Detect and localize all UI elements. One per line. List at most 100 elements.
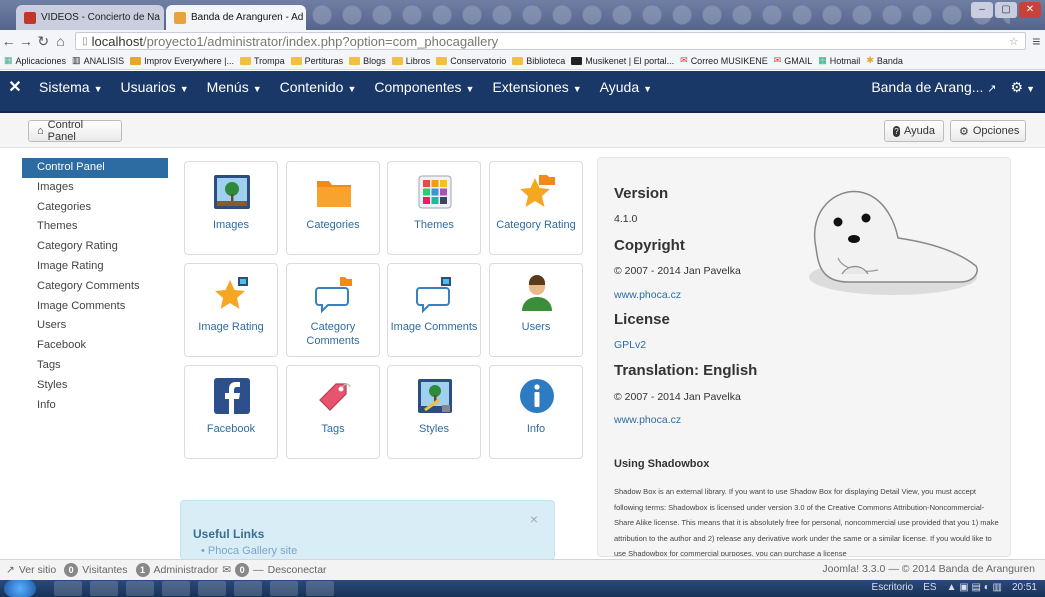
card-label: Images bbox=[212, 219, 250, 231]
taskbar-app-icon[interactable] bbox=[306, 581, 334, 596]
close-icon[interactable]: × bbox=[530, 511, 538, 527]
url-input[interactable]: ▯ localhost/proyecto1/administrator/inde… bbox=[75, 32, 1026, 50]
bookmark-star-icon[interactable]: ☆ bbox=[1009, 35, 1019, 48]
sidebar-item-themes[interactable]: Themes bbox=[22, 217, 168, 237]
bookmark-item[interactable]: Pertituras bbox=[290, 56, 343, 66]
taskbar-firefox-icon[interactable] bbox=[126, 581, 154, 596]
taskbar-chrome-icon[interactable] bbox=[90, 581, 118, 596]
sidebar-item-image-comments[interactable]: Image Comments bbox=[22, 297, 168, 317]
star-folder-icon bbox=[520, 175, 555, 207]
card-label: Themes bbox=[414, 219, 454, 231]
window-close-icon[interactable]: ✕ bbox=[1019, 2, 1041, 18]
card-facebook[interactable]: Facebook bbox=[184, 365, 278, 459]
taskbar-app-icon[interactable] bbox=[162, 581, 190, 596]
bookmark-item[interactable]: ▦ Hotmail bbox=[818, 55, 860, 66]
card-image-comments[interactable]: Image Comments bbox=[387, 263, 481, 357]
browser-tab-banda[interactable]: Banda de Aranguren - Ad × bbox=[166, 5, 306, 30]
card-label: Category Rating bbox=[496, 219, 576, 231]
menu-extensiones[interactable]: Extensiones ▼ bbox=[483, 79, 590, 95]
taskbar-app-icon[interactable] bbox=[270, 581, 298, 596]
license-heading: License bbox=[614, 311, 670, 328]
user-gear-menu[interactable]: ⚙ ▼ bbox=[1011, 79, 1035, 96]
clock[interactable]: 20:51 bbox=[1012, 582, 1037, 593]
control-panel-button[interactable]: ⌂ Control Panel bbox=[28, 119, 122, 143]
sidebar-item-categories[interactable]: Categories bbox=[22, 198, 168, 218]
menu-ayuda[interactable]: Ayuda ▼ bbox=[591, 79, 661, 95]
home-icon: ⌂ bbox=[37, 125, 44, 137]
sidebar-item-styles[interactable]: Styles bbox=[22, 376, 168, 396]
copyright-link[interactable]: www.phoca.cz bbox=[614, 289, 681, 301]
sidebar-item-tags[interactable]: Tags bbox=[22, 356, 168, 376]
card-tags[interactable]: Tags bbox=[286, 365, 380, 459]
phoca-gallery-site-link[interactable]: • Phoca Gallery site bbox=[201, 545, 297, 557]
info-icon bbox=[520, 379, 554, 413]
sidebar-item-users[interactable]: Users bbox=[22, 316, 168, 336]
sidebar-item-facebook[interactable]: Facebook bbox=[22, 336, 168, 356]
bookmark-item[interactable]: Musikenet | El portal... bbox=[571, 56, 674, 66]
video-favicon-icon bbox=[24, 11, 36, 24]
joomla-logo-icon[interactable]: ✕ bbox=[0, 77, 30, 97]
bookmark-item[interactable]: Conservatorio bbox=[436, 56, 506, 66]
sidebar-item-images[interactable]: Images bbox=[22, 178, 168, 198]
bookmark-item[interactable]: Libros bbox=[391, 56, 430, 66]
menu-usuarios[interactable]: Usuarios ▼ bbox=[112, 79, 198, 95]
bookmark-item[interactable]: ▥ ANALISIS bbox=[72, 55, 124, 66]
bookmark-item[interactable]: ✱ Banda bbox=[866, 55, 903, 66]
joomla-icon: ✱ bbox=[866, 55, 874, 65]
bookmark-item[interactable]: Biblioteca bbox=[512, 56, 565, 66]
menu-icon[interactable]: ≡ bbox=[1028, 33, 1045, 49]
card-image-rating[interactable]: Image Rating bbox=[184, 263, 278, 357]
reload-icon[interactable]: ↻ bbox=[35, 33, 52, 50]
minimize-icon[interactable]: – bbox=[971, 2, 993, 18]
tab-strip-decoration bbox=[310, 3, 1010, 27]
taskbar-app-icon[interactable] bbox=[198, 581, 226, 596]
taskbar-app-icon[interactable] bbox=[234, 581, 262, 596]
card-themes[interactable]: Themes bbox=[387, 161, 481, 255]
sidebar-item-image-rating[interactable]: Image Rating bbox=[22, 257, 168, 277]
forward-icon[interactable]: → bbox=[17, 33, 34, 49]
menu-sistema[interactable]: Sistema ▼ bbox=[30, 79, 112, 95]
card-users[interactable]: Users bbox=[489, 263, 583, 357]
disconnect-link[interactable]: Desconectar bbox=[268, 564, 327, 576]
bookmark-item[interactable]: Blogs bbox=[349, 56, 386, 66]
browser-tab-strip: VIDEOS - Concierto de Na × Banda de Aran… bbox=[0, 0, 1045, 30]
options-button[interactable]: ⚙ Opciones bbox=[950, 120, 1026, 142]
bookmark-item[interactable]: ✉ Correo MUSIKENE bbox=[680, 55, 768, 66]
sidebar-item-info[interactable]: Info bbox=[22, 396, 168, 416]
view-site-link[interactable]: Ver sitio bbox=[19, 564, 56, 576]
tray-icons[interactable]: ▲ ▣ ▤ ◐ ▥ bbox=[947, 582, 1002, 593]
card-info[interactable]: Info bbox=[489, 365, 583, 459]
browser-tab-videos[interactable]: VIDEOS - Concierto de Na × bbox=[16, 5, 164, 30]
taskbar-app-icon[interactable] bbox=[54, 581, 82, 596]
caret-down-icon: ▼ bbox=[1026, 83, 1035, 94]
menu-contenido[interactable]: Contenido ▼ bbox=[271, 79, 366, 95]
language-indicator[interactable]: ES bbox=[923, 582, 936, 593]
sidebar-item-control-panel[interactable]: Control Panel bbox=[22, 158, 168, 178]
site-name-link[interactable]: Banda de Arang... ↗ bbox=[871, 79, 996, 95]
sidebar-item-category-rating[interactable]: Category Rating bbox=[22, 237, 168, 257]
menu-menus[interactable]: Menús ▼ bbox=[198, 79, 271, 95]
menu-componentes[interactable]: Componentes ▼ bbox=[365, 79, 483, 95]
card-images[interactable]: Images bbox=[184, 161, 278, 255]
footer-copyright: Joomla! 3.3.0 — © 2014 Banda de Arangure… bbox=[822, 563, 1035, 575]
card-styles[interactable]: Styles bbox=[387, 365, 481, 459]
translation-link[interactable]: www.phoca.cz bbox=[614, 414, 681, 426]
sidebar-item-category-comments[interactable]: Category Comments bbox=[22, 277, 168, 297]
start-button-icon[interactable] bbox=[4, 580, 36, 597]
card-category-comments[interactable]: Category Comments bbox=[286, 263, 380, 357]
maximize-icon[interactable]: ▢ bbox=[995, 2, 1017, 18]
license-link[interactable]: GPLv2 bbox=[614, 339, 646, 351]
help-button[interactable]: ? Ayuda bbox=[884, 120, 944, 142]
card-categories[interactable]: Categories bbox=[286, 161, 380, 255]
desktop-toolbar[interactable]: Escritorio bbox=[872, 582, 914, 593]
back-icon[interactable]: ← bbox=[0, 33, 17, 49]
bookmark-item[interactable]: ▦ Aplicaciones bbox=[4, 55, 66, 66]
question-icon: ? bbox=[893, 125, 900, 137]
home-icon[interactable]: ⌂ bbox=[52, 33, 69, 49]
bookmark-item[interactable]: Trompa bbox=[239, 56, 285, 66]
shadowbox-heading: Using Shadowbox bbox=[614, 458, 710, 470]
version-heading: Version bbox=[614, 185, 669, 202]
bookmark-item[interactable]: Improv Everywhere |... bbox=[130, 56, 234, 66]
bookmark-item[interactable]: ✉ GMAIL bbox=[774, 55, 813, 66]
card-category-rating[interactable]: Category Rating bbox=[489, 161, 583, 255]
